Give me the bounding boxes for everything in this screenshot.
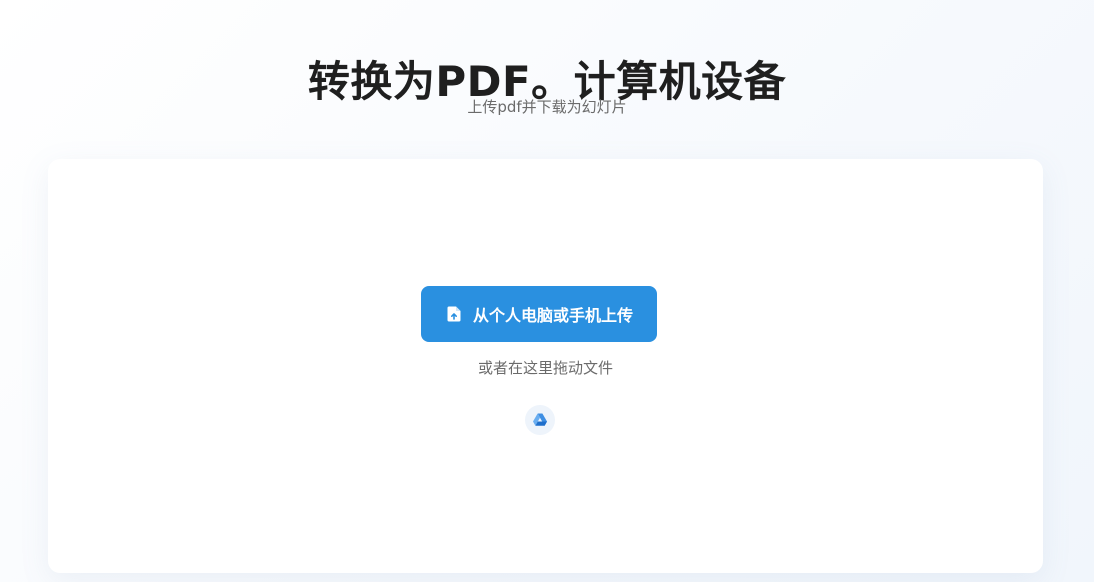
upload-dropzone[interactable]: 从个人电脑或手机上传 或者在这里拖动文件 bbox=[48, 159, 1043, 573]
upload-button-label: 从个人电脑或手机上传 bbox=[472, 306, 633, 325]
page-subtitle: 上传pdf并下载为幻灯片 bbox=[467, 98, 627, 116]
upload-from-device-button[interactable]: 从个人电脑或手机上传 bbox=[421, 286, 657, 342]
google-drive-button[interactable] bbox=[525, 405, 555, 435]
file-upload-icon bbox=[445, 305, 463, 323]
google-drive-icon bbox=[533, 413, 547, 426]
drag-files-hint: 或者在这里拖动文件 bbox=[477, 359, 613, 377]
